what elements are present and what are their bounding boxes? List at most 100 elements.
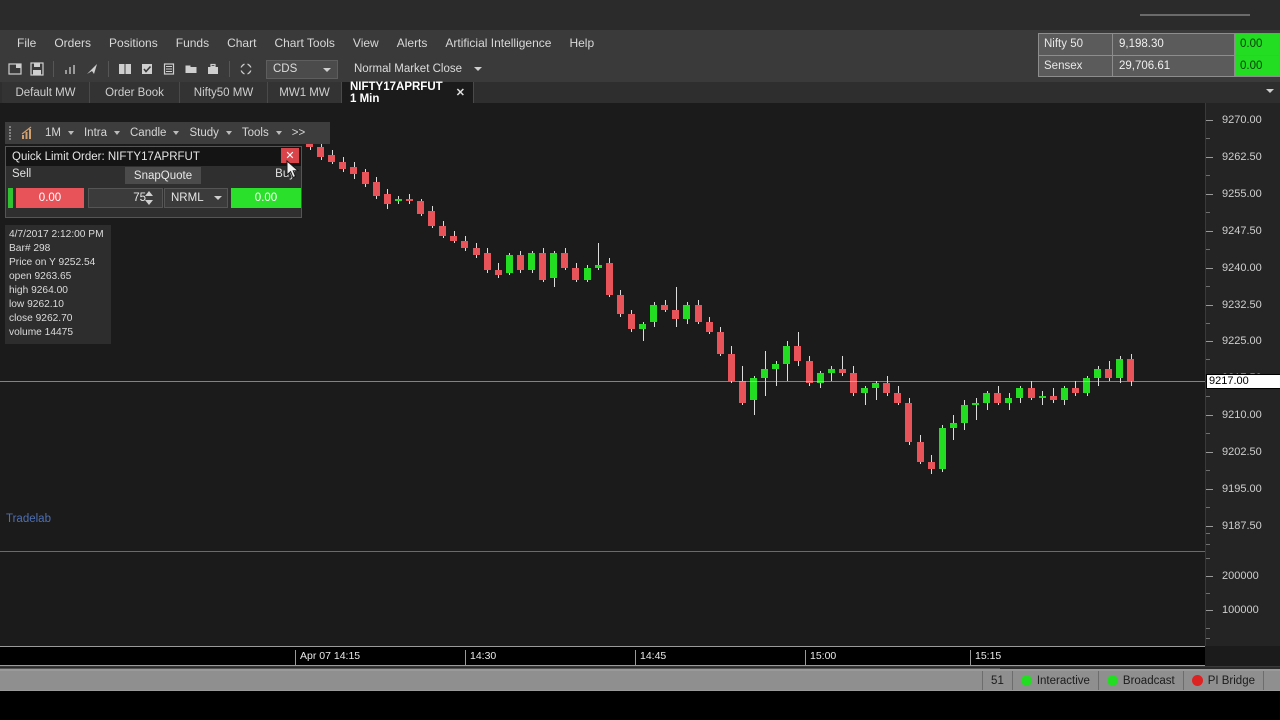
folder-icon[interactable] (181, 59, 201, 79)
menu-item-artificial-intelligence[interactable]: Artificial Intelligence (436, 32, 560, 54)
candle-body (583, 267, 591, 280)
quick-order-title-bar: Quick Limit Order: NIFTY17APRFUT ✕ (6, 147, 301, 166)
candle-body (505, 255, 513, 273)
ticker-row[interactable]: Nifty 50 9,198.30 0.00 (1039, 34, 1279, 56)
menu-item-chart-tools[interactable]: Chart Tools (265, 32, 343, 54)
tab-nifty50-mw[interactable]: Nifty50 MW (180, 82, 268, 103)
time-axis: Apr 07 14:15 14:30 14:45 15:00 15:15 (0, 646, 1205, 666)
save-icon[interactable] (27, 59, 47, 79)
segment-select[interactable]: CDS (266, 59, 338, 79)
product-type-select[interactable]: NRML (164, 188, 228, 208)
chevron-down-icon[interactable] (225, 131, 232, 135)
chart-tools-strip: 1M Intra Candle Study Tools >> (5, 122, 330, 144)
candle-body (972, 402, 979, 406)
chart-icon[interactable] (60, 59, 80, 79)
quantity-stepper[interactable] (143, 189, 155, 207)
list-icon[interactable] (159, 59, 179, 79)
candle-body (905, 402, 913, 443)
chevron-down-icon[interactable] (67, 131, 74, 135)
drag-handle[interactable] (9, 126, 15, 140)
candle-body (1027, 388, 1035, 399)
menu-item-orders[interactable]: Orders (45, 32, 100, 54)
candle-body (528, 252, 535, 271)
tab-close-icon[interactable]: ✕ (456, 86, 465, 99)
tab-nifty17aprfut-1-min[interactable]: NIFTY17APRFUT 1 Min ✕ (342, 81, 474, 105)
bar-chart-icon[interactable] (17, 124, 39, 142)
sell-button[interactable]: 0.00 (16, 188, 84, 208)
study-menu[interactable]: Study (185, 127, 222, 139)
fullscreen-icon[interactable] (236, 59, 256, 79)
candle-body (450, 235, 458, 241)
book-icon[interactable] (115, 59, 135, 79)
price-axis-label: 9187.50 (1222, 519, 1262, 532)
tab-label: Default MW (15, 86, 76, 99)
status-item-pi-bridge[interactable]: PI Bridge (1182, 671, 1263, 690)
tooltip-close: close 9262.70 (9, 313, 73, 324)
candle-body (328, 154, 336, 162)
send-icon[interactable] (82, 59, 102, 79)
volume-axis-minor-tick (1206, 628, 1210, 629)
interval-select[interactable]: 1M (41, 127, 65, 139)
menu-item-chart[interactable]: Chart (218, 32, 265, 54)
status-item-label: Interactive (1036, 674, 1090, 687)
trading-platform-window: File Orders Positions Funds Chart Chart Tools… (0, 0, 1280, 720)
candle-body (794, 346, 802, 362)
tab-overflow-chevron-icon[interactable] (1266, 89, 1274, 93)
status-item-interactive[interactable]: Interactive (1011, 671, 1098, 690)
more-tools-button[interactable]: >> (288, 127, 309, 139)
menu-item-funds[interactable]: Funds (167, 32, 218, 54)
bottom-filler (0, 691, 1280, 720)
status-item-broadcast[interactable]: Broadcast (1097, 671, 1183, 690)
candle-body (461, 240, 469, 249)
candle-body (661, 304, 669, 310)
price-axis-label: 9255.00 (1222, 187, 1262, 200)
candle-body (605, 262, 613, 295)
price-axis-label: 9262.50 (1222, 151, 1262, 164)
candle-body (849, 373, 857, 394)
session-select[interactable]: Intra (80, 127, 111, 139)
candle-body (694, 304, 702, 322)
candle-wick (975, 398, 977, 421)
status-indicator-dot (1191, 675, 1203, 686)
chevron-down-icon[interactable] (275, 131, 282, 135)
buy-button[interactable]: 0.00 (231, 188, 301, 208)
market-status-select[interactable]: Normal Market Close (348, 60, 488, 79)
time-axis-label: 15:00 (805, 650, 836, 665)
menu-item-positions[interactable]: Positions (100, 32, 167, 54)
candle-body (1049, 395, 1057, 401)
tab-mw1-mw[interactable]: MW1 MW (268, 82, 342, 103)
price-axis-label: 9232.50 (1222, 298, 1262, 311)
menu-item-file[interactable]: File (8, 32, 45, 54)
candle-body (983, 393, 991, 403)
watchlist-icon[interactable] (137, 59, 157, 79)
price-axis-minor-tick (1206, 470, 1210, 472)
price-axis-tick (1206, 525, 1213, 527)
tab-default-mw[interactable]: Default MW (2, 82, 90, 103)
candle-body (883, 383, 891, 394)
chevron-down-icon[interactable] (114, 131, 120, 135)
ticker-change: 0.00 (1235, 55, 1279, 76)
tooltip-bar-number: Bar# 298 (9, 243, 51, 254)
briefcase-icon[interactable] (203, 59, 223, 79)
tab-order-book[interactable]: Order Book (90, 82, 180, 103)
price-axis[interactable]: 9270.00 9262.50 9255.00 9247.50 9240.00 9232.… (1205, 103, 1280, 646)
menu-item-help[interactable]: Help (560, 32, 603, 54)
price-axis-minor-tick (1206, 506, 1210, 508)
menu-item-view[interactable]: View (344, 32, 388, 54)
chart-style-select[interactable]: Candle (126, 127, 170, 139)
menu-item-alerts[interactable]: Alerts (388, 32, 437, 54)
price-axis-tick (1206, 120, 1213, 122)
snapquote-button[interactable]: SnapQuote (125, 167, 201, 184)
price-axis-minor-tick (1206, 359, 1210, 361)
volume-axis-label: 200000 (1222, 570, 1259, 582)
chevron-down-icon[interactable] (173, 131, 180, 135)
tools-menu[interactable]: Tools (238, 127, 273, 139)
ticker-row[interactable]: Sensex 29,706.61 0.00 (1039, 55, 1279, 76)
candle-body (1016, 388, 1024, 399)
new-window-icon[interactable] (5, 59, 25, 79)
price-axis-minor-tick (1206, 396, 1210, 398)
segment-value: CDS (273, 63, 298, 75)
candle-body (772, 363, 780, 369)
toolbar-divider (229, 61, 230, 77)
candle-wick (1042, 390, 1044, 406)
